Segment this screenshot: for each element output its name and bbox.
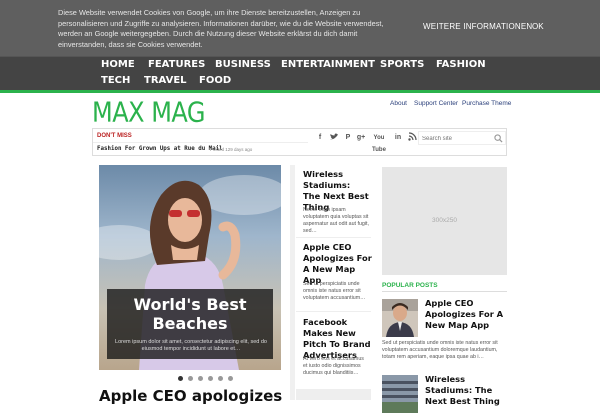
slider-dot[interactable] — [188, 376, 193, 381]
nav-item-fashion[interactable]: FASHION — [436, 59, 486, 70]
slider-dot[interactable] — [178, 376, 183, 381]
popular-post-excerpt: Sed ut perspiciatis unde omnis iste natu… — [382, 340, 498, 360]
popular-thumb-man[interactable] — [382, 299, 418, 337]
hero-excerpt: Lorem ipsum dolor sit amet, consectetur … — [115, 339, 267, 352]
linkedin-icon[interactable]: in — [392, 132, 404, 144]
dont-miss-label: DON'T MISS — [97, 133, 132, 139]
post-excerpt: Sed ut perspiciatis unde omnis iste natu… — [303, 281, 366, 301]
ticker-bar: DON'T MISS Fashion For Grown Ups at Rue … — [92, 128, 507, 156]
ad-size-label: 300x250 — [432, 217, 457, 224]
middle-posts: Wireless Stadiums: The Next Best Thing N… — [296, 165, 373, 400]
main-nav: HOME FEATURES BUSINESS ENTERTAINMENT SPO… — [0, 56, 600, 90]
ticker-timestamp: Posted 129 days ago — [210, 147, 253, 152]
popular-divider — [382, 291, 507, 292]
nav-item-food[interactable]: FOOD — [199, 75, 231, 86]
hero-caption[interactable]: World's Best Beaches Lorem ipsum dolor s… — [107, 289, 273, 359]
popular-posts-heading: POPULAR POSTS — [382, 282, 438, 289]
nav-item-home[interactable]: HOME — [101, 59, 135, 70]
post-title[interactable]: Facebook Makes New Pitch To Brand Advert… — [303, 317, 373, 361]
featured-slider[interactable]: World's Best Beaches Lorem ipsum dolor s… — [99, 165, 281, 370]
twitter-icon[interactable] — [328, 132, 340, 144]
post-excerpt: At vero eos et accusamus et iusto odio d… — [303, 356, 364, 376]
slider-dot[interactable] — [198, 376, 203, 381]
googleplus-icon[interactable]: g+ — [355, 132, 367, 144]
header-link-about[interactable]: About — [390, 100, 407, 107]
youtube-icon[interactable]: You Tube — [369, 132, 389, 153]
search-input[interactable] — [422, 133, 492, 144]
ad-placeholder[interactable]: 300x250 — [382, 167, 507, 275]
slider-dot[interactable] — [208, 376, 213, 381]
ticker-headline[interactable]: Fashion For Grown Ups at Rue du Mail — [97, 146, 223, 152]
cookie-ok-button[interactable]: OK — [532, 22, 544, 31]
nav-accent-line — [0, 90, 600, 93]
nav-item-sports[interactable]: SPORTS — [380, 59, 424, 70]
popular-post-title[interactable]: Apple CEO Apologizes For A New Map App — [425, 298, 507, 331]
slider-dot[interactable] — [218, 376, 223, 381]
next-post-thumb — [296, 389, 371, 400]
rss-icon[interactable] — [406, 132, 418, 144]
nav-item-business[interactable]: BUSINESS — [215, 59, 271, 70]
column-divider — [290, 165, 295, 400]
facebook-icon[interactable]: f — [314, 132, 326, 144]
post-excerpt: Nemo enim ipsam voluptatem quia voluptas… — [303, 207, 369, 234]
hero-title[interactable]: World's Best Beaches — [107, 295, 273, 333]
more-info-button[interactable]: WEITERE INFORMATIONEN — [423, 22, 532, 31]
nav-item-tech[interactable]: TECH — [101, 75, 130, 86]
nav-item-features[interactable]: FEATURES — [148, 59, 205, 70]
header-link-support[interactable]: Support Center — [414, 100, 458, 107]
cookie-notice-text: Diese Website verwendet Cookies von Goog… — [58, 8, 384, 49]
post-divider — [296, 311, 371, 312]
article-headline[interactable]: Apple CEO apologizes — [99, 387, 282, 405]
site-logo[interactable]: MAX MAG — [92, 96, 206, 128]
nav-item-travel[interactable]: TRAVEL — [144, 75, 187, 86]
header-link-purchase[interactable]: Purchase Theme — [462, 100, 511, 107]
cookie-bar: Diese Website verwendet Cookies von Goog… — [0, 0, 600, 56]
post-divider — [296, 237, 371, 238]
search-box — [418, 131, 506, 145]
nav-item-entertainment[interactable]: ENTERTAINMENT — [281, 59, 375, 70]
slider-dot[interactable] — [228, 376, 233, 381]
popular-post-title[interactable]: Wireless Stadiums: The Next Best Thing — [425, 374, 507, 407]
post-title[interactable]: Apple CEO Apologizes For A New Map App — [303, 242, 373, 286]
ticker-divider — [93, 142, 308, 143]
popular-thumb-stadium[interactable] — [382, 375, 418, 413]
pinterest-icon[interactable]: P — [342, 132, 354, 144]
search-icon[interactable] — [494, 134, 503, 143]
